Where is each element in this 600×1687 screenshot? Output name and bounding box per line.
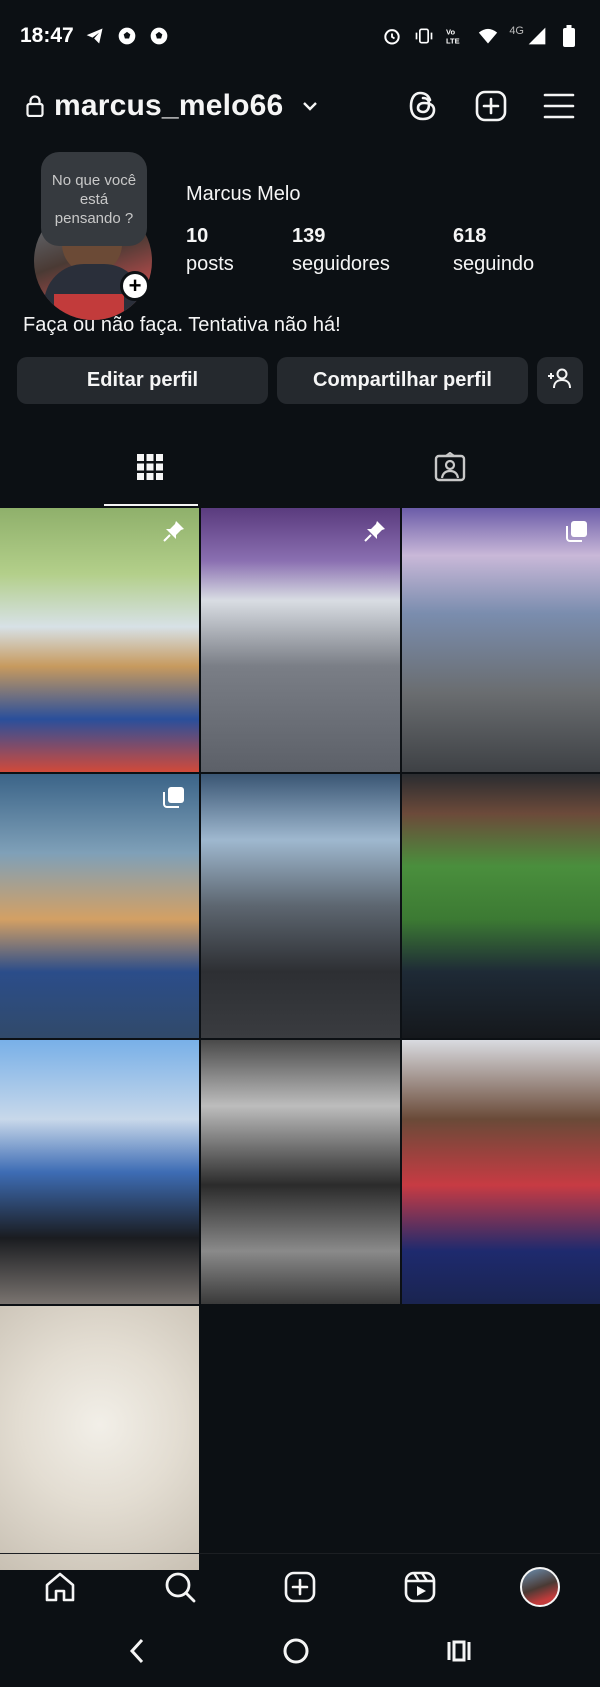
svg-text:Vo: Vo (446, 27, 455, 36)
stat-label: seguidores (292, 253, 390, 275)
account-switcher[interactable]: marcus_melo66 (24, 89, 321, 123)
post-thumbnail[interactable] (201, 1040, 400, 1304)
stat-value: 139 (292, 225, 326, 247)
posts-grid (0, 508, 600, 1570)
add-person-icon (547, 367, 573, 395)
volte-icon: Vo LTE (445, 25, 467, 47)
battery-icon (558, 25, 580, 47)
bio: Faça ou não faça. Tentativa não há! (23, 314, 341, 336)
stat-following[interactable]: 618 seguindo (453, 222, 534, 278)
soccer-ball-icon (148, 25, 170, 47)
network-type: 4G (509, 25, 524, 37)
post-thumbnail[interactable] (402, 508, 600, 772)
tagged-icon (434, 451, 466, 487)
share-profile-button[interactable]: Compartilhar perfil (277, 357, 528, 404)
edit-profile-button[interactable]: Editar perfil (17, 357, 268, 404)
telegram-icon (84, 25, 106, 47)
stat-label: seguindo (453, 253, 535, 275)
stat-value: 10 (186, 225, 209, 247)
add-story-icon[interactable]: + (120, 271, 150, 301)
tab-posts[interactable] (0, 432, 300, 506)
lock-icon (24, 89, 46, 123)
post-thumbnail[interactable] (402, 1040, 600, 1304)
wifi-icon (477, 25, 499, 47)
alarm-icon (381, 25, 403, 47)
stat-posts[interactable]: 10 posts (186, 222, 234, 278)
note-bubble[interactable]: No que você está pensando ? (41, 152, 147, 246)
post-thumbnail[interactable] (0, 1306, 199, 1570)
pin-icon (364, 520, 386, 542)
avatar (520, 1566, 560, 1607)
home-circle-icon[interactable] (282, 1637, 310, 1670)
vibrate-icon (413, 25, 435, 47)
svg-text:LTE: LTE (446, 37, 460, 46)
post-thumbnail[interactable] (0, 508, 199, 772)
bottom-navigation (0, 1553, 600, 1619)
menu-icon[interactable] (542, 89, 576, 123)
add-person-button[interactable] (537, 357, 583, 404)
post-thumbnail[interactable] (201, 774, 400, 1038)
back-icon[interactable] (127, 1637, 147, 1670)
new-post-icon[interactable] (474, 89, 508, 123)
pin-icon (163, 520, 185, 542)
stat-followers[interactable]: 139 seguidores (292, 222, 390, 278)
threads-icon[interactable] (406, 89, 440, 123)
stat-value: 618 (453, 225, 487, 247)
stat-label: posts (186, 253, 234, 275)
chevron-down-icon (299, 89, 321, 123)
recents-icon[interactable] (445, 1637, 473, 1670)
create-icon[interactable] (275, 1562, 325, 1612)
profile-header: marcus_melo66 (0, 80, 600, 132)
home-icon[interactable] (35, 1562, 85, 1612)
post-thumbnail[interactable] (0, 774, 199, 1038)
username: marcus_melo66 (54, 89, 284, 122)
post-thumbnail[interactable] (0, 1040, 199, 1304)
grid-icon (136, 453, 164, 486)
status-time: 18:47 (20, 24, 74, 47)
system-navigation (0, 1619, 600, 1687)
signal-icon (526, 25, 548, 47)
reels-icon[interactable] (395, 1562, 445, 1612)
carousel-icon (566, 520, 588, 542)
post-thumbnail[interactable] (201, 508, 400, 772)
carousel-icon (163, 786, 185, 808)
post-thumbnail[interactable] (402, 774, 600, 1038)
profile-nav-avatar[interactable] (515, 1562, 565, 1612)
tab-tagged[interactable] (300, 432, 600, 506)
search-icon[interactable] (155, 1562, 205, 1612)
soccer-ball-icon (116, 25, 138, 47)
full-name: Marcus Melo (186, 183, 301, 205)
status-bar: 18:47 Vo LTE 4G (0, 0, 600, 72)
profile-tabs (0, 432, 600, 506)
